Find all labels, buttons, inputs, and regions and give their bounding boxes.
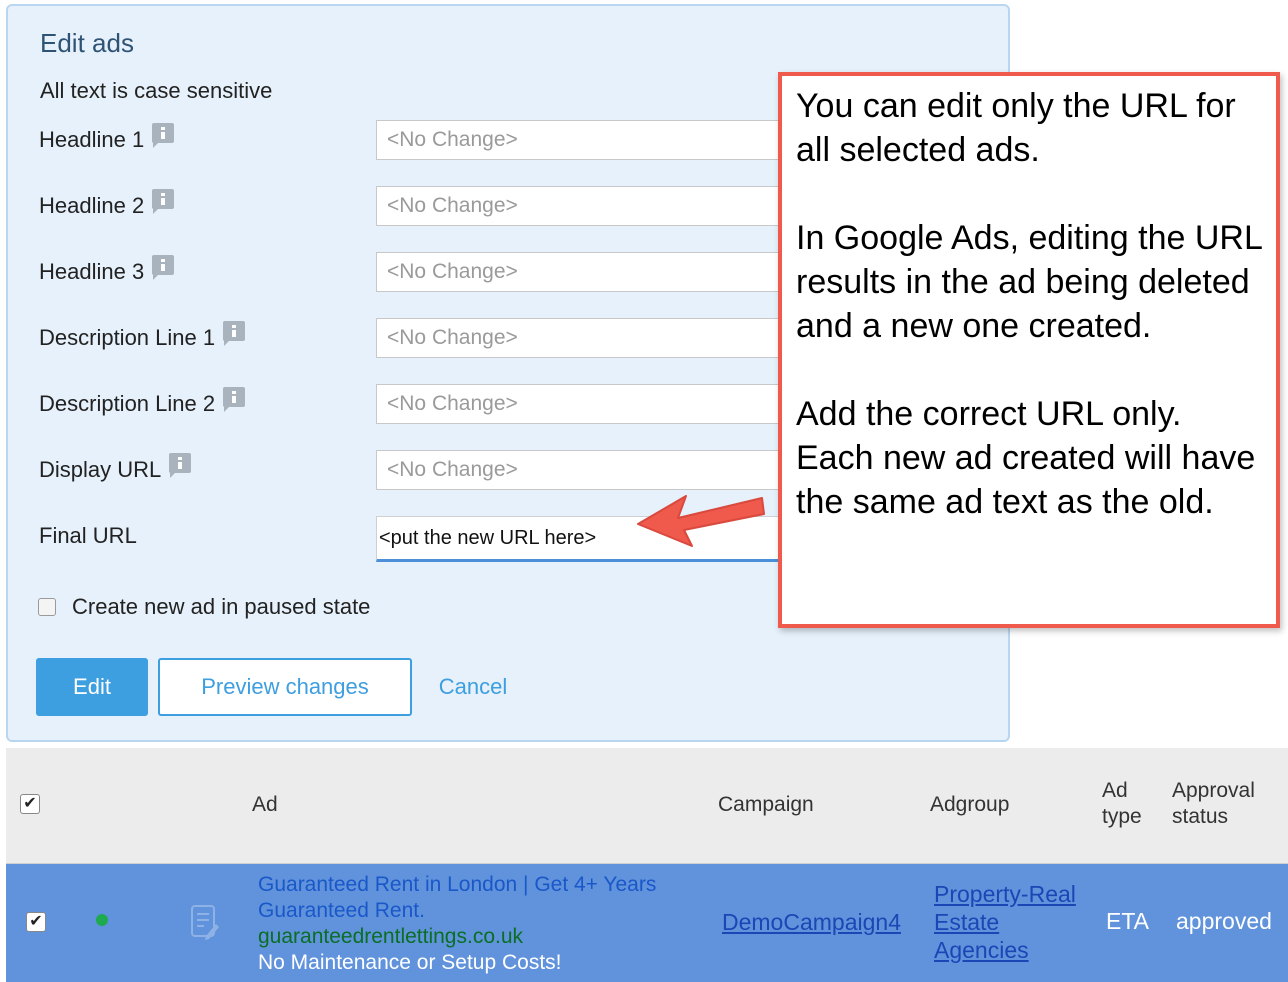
info-icon[interactable]: [152, 123, 175, 148]
ad-description: No Maintenance or Setup Costs!: [258, 951, 562, 974]
info-icon[interactable]: [152, 255, 175, 280]
headline-3-input[interactable]: [376, 252, 796, 292]
description-line-1-input[interactable]: [376, 318, 796, 358]
case-sensitive-note: All text is case sensitive: [40, 78, 273, 103]
ad-headline-1[interactable]: Guaranteed Rent in London | Get 4+ Years: [258, 872, 656, 898]
approval-status-value: approved: [1176, 908, 1272, 934]
headline-3-label: Headline 3: [39, 252, 175, 292]
headline-1-label: Headline 1: [39, 120, 175, 160]
column-header-ad-type[interactable]: Ad type: [1102, 778, 1142, 830]
headline-2-input[interactable]: [376, 186, 796, 226]
panel-title: Edit ads: [40, 28, 134, 58]
info-icon[interactable]: [152, 189, 175, 214]
info-icon[interactable]: [169, 453, 192, 478]
instruction-callout: You can edit only the URL for all select…: [778, 72, 1280, 628]
column-header-campaign[interactable]: Campaign: [718, 792, 814, 818]
annotation-arrow-icon: [637, 495, 765, 547]
column-header-approval-status[interactable]: Approval status: [1172, 778, 1255, 830]
headline-2-label: Headline 2: [39, 186, 175, 226]
paused-state-checkbox[interactable]: [38, 598, 56, 616]
ad-headline-2[interactable]: Guaranteed Rent.: [258, 898, 656, 924]
cancel-button[interactable]: Cancel: [428, 658, 518, 716]
description-line-2-input[interactable]: [376, 384, 796, 424]
preview-changes-button[interactable]: Preview changes: [158, 658, 412, 716]
edit-button[interactable]: Edit: [36, 658, 148, 716]
ad-display-url: guaranteedrentlettings.co.uk: [258, 925, 524, 948]
ad-preview: Guaranteed Rent in London | Get 4+ Years…: [258, 872, 656, 976]
campaign-link[interactable]: DemoCampaign4: [722, 908, 901, 936]
column-header-ad[interactable]: Ad: [252, 792, 278, 818]
edit-ad-icon[interactable]: [190, 904, 220, 940]
select-all-checkbox[interactable]: ✔: [20, 794, 40, 814]
ad-type-value: ETA: [1106, 908, 1150, 934]
table-row[interactable]: ✔ Guaranteed Rent in London | Get 4+ Yea…: [6, 864, 1288, 982]
row-checkbox[interactable]: ✔: [26, 912, 46, 932]
display-url-label: Display URL: [39, 450, 192, 490]
callout-paragraph-2: In Google Ads, editing the URL results i…: [796, 219, 1262, 345]
headline-1-input[interactable]: [376, 120, 796, 160]
info-icon[interactable]: [223, 387, 246, 412]
callout-paragraph-3: Add the correct URL only. Each new ad cr…: [796, 395, 1256, 521]
paused-state-label: Create new ad in paused state: [72, 594, 371, 619]
paused-state-option[interactable]: Create new ad in paused state: [38, 594, 370, 620]
column-header-adgroup[interactable]: Adgroup: [930, 792, 1009, 818]
info-icon[interactable]: [223, 321, 246, 346]
status-dot-icon: [96, 914, 108, 926]
description-line-2-label: Description Line 2: [39, 384, 246, 424]
callout-paragraph-1: You can edit only the URL for all select…: [796, 87, 1236, 169]
adgroup-link[interactable]: Property-Real Estate Agencies: [934, 880, 1076, 964]
description-line-1-label: Description Line 1: [39, 318, 246, 358]
final-url-label: Final URL: [39, 523, 137, 548]
ads-table-header: ✔ Ad Campaign Adgroup Ad type Approval s…: [6, 748, 1288, 864]
